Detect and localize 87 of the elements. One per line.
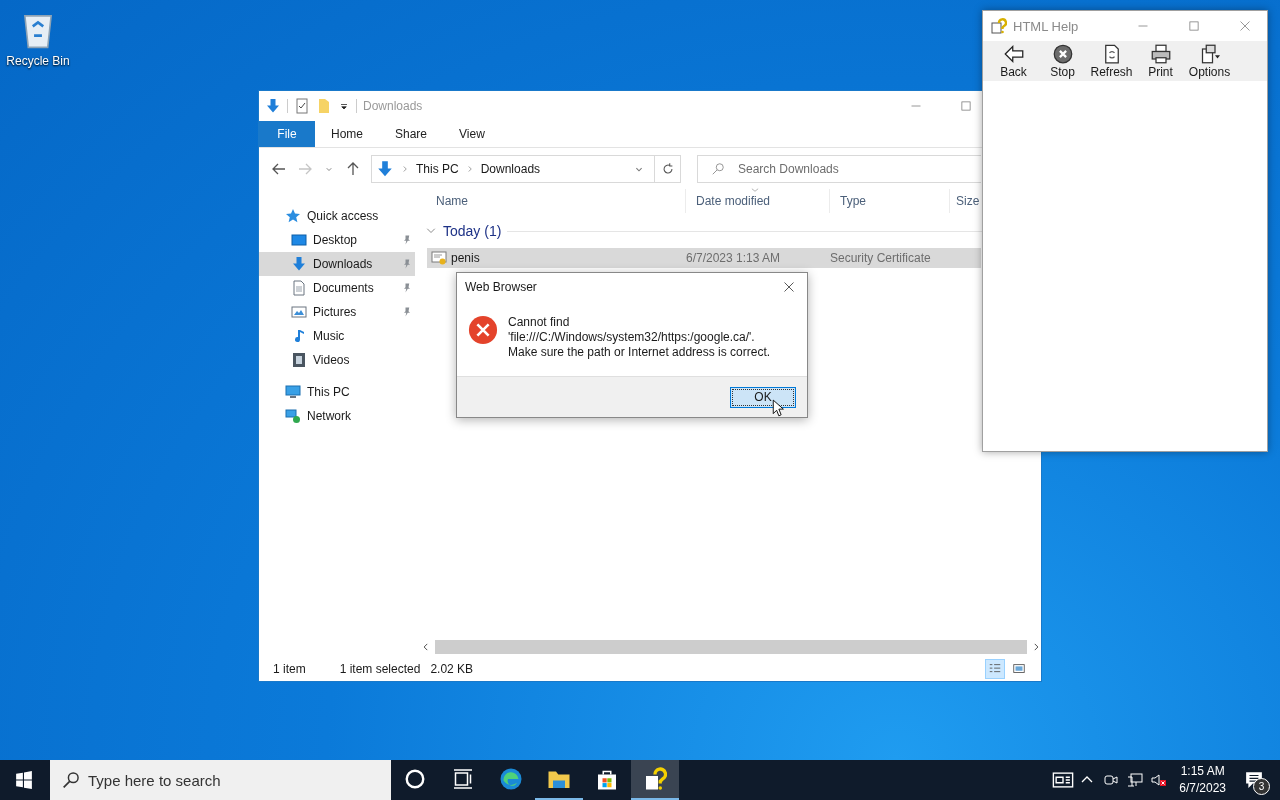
column-header[interactable]: Name [421,189,686,213]
download-arrow-icon [376,160,394,178]
ok-button[interactable]: OK [730,386,796,408]
scroll-left-icon[interactable] [421,642,431,652]
search-field[interactable]: Search Downloads [697,155,981,183]
desktop-icon [291,232,307,248]
search-icon [62,771,80,789]
picture-icon [291,304,307,320]
windows-logo-icon [15,771,33,789]
ribbon-tab[interactable]: Home [315,121,379,147]
swirl-icon [499,767,523,791]
sidebar-item[interactable]: Music [259,324,415,348]
sidebar-item[interactable]: Documents [259,276,415,300]
window-title: HTML Help [1013,18,1079,34]
column-header[interactable]: Date modified [686,189,830,213]
maximize-icon [1187,20,1200,32]
toolbar-button[interactable]: Print [1136,43,1185,79]
left-arrow-icon [1003,43,1024,64]
stop-icon [1052,43,1073,64]
camera-icon [1103,772,1120,788]
file-type: Security Certificate [830,251,931,265]
close-icon [783,281,795,293]
toolbar-button[interactable]: Back [989,43,1038,79]
close-icon [1238,20,1251,32]
network-icon [1127,772,1144,788]
address-bar[interactable]: This PC Downloads [371,155,655,183]
dialog-title: Web Browser [465,280,537,294]
details-view-button[interactable] [985,659,1005,679]
desktop-icon-label[interactable]: Recycle Bin [6,54,70,68]
scroll-right-icon[interactable] [1031,642,1041,652]
sort-caret-icon [750,185,760,195]
toolbar-button[interactable]: Options [1185,43,1234,79]
error-message: Cannot find 'file:///C:/Windows/system32/https:/google.ca/'. Make sure the path or Internet address is correct. [508,315,771,360]
refresh-button[interactable] [655,155,681,183]
maximize-icon [960,100,972,112]
ribbon-tab[interactable]: Share [379,121,444,147]
sidebar-item[interactable]: This PC [259,380,415,404]
star-icon [285,208,301,224]
download-arrow-icon[interactable] [265,98,281,114]
toolbar-button[interactable]: Stop [1038,43,1087,79]
item-count: 1 item [273,662,306,676]
selection-info: 1 item selected [339,662,421,676]
help-icon [643,767,667,791]
sidebar-item[interactable]: Network [259,404,415,428]
film-icon [291,352,307,368]
options-icon [1199,43,1220,64]
group-header[interactable]: Today (1) [443,223,502,239]
document-icon [291,280,307,296]
breadcrumb-item[interactable]: This PC [416,162,459,176]
refresh-icon [660,162,675,176]
sidebar-item[interactable]: Downloads [259,252,415,276]
error-icon [468,315,498,345]
ribbon-tab[interactable]: File [259,121,315,147]
circle-icon [403,767,427,791]
sidebar-item[interactable]: Quick access [259,204,415,228]
help-icon [991,18,1007,34]
certificate-icon [431,250,447,266]
network-icon [285,408,301,424]
clock[interactable]: 1:15 AM 6/7/2023 [1171,763,1234,797]
scrollbar-thumb[interactable] [435,640,1027,654]
task-view-icon [451,767,475,791]
printer-icon [1150,43,1171,64]
large-icons-view-icon [1012,662,1026,676]
file-name: penis [451,251,480,265]
download-arrow-icon [291,256,307,272]
newspaper-icon [1052,769,1075,791]
notification-button[interactable]: 3 [1234,760,1274,800]
monitor-icon [285,384,301,400]
taskbar-search-field[interactable]: Type here to search [50,760,391,800]
sidebar-item[interactable]: Pictures [259,300,415,324]
search-icon [711,162,725,176]
breadcrumb-item[interactable]: Downloads [480,162,541,176]
file-row[interactable]: penis 6/7/2023 1:13 AM Security Certificate [427,248,981,268]
toolbar-button[interactable]: Refresh [1087,43,1136,79]
file-date: 6/7/2023 1:13 AM [686,251,782,265]
ribbon-tab[interactable]: View [443,121,501,147]
back-arrow-icon[interactable] [271,161,287,177]
window-title: Downloads [363,99,423,113]
taskbar-app[interactable] [631,760,679,800]
column-header[interactable]: Type [830,189,950,213]
checklist-icon[interactable] [294,98,310,114]
sidebar-item[interactable]: Desktop [259,228,415,252]
column-header[interactable]: Size [950,189,980,213]
selection-size: 2.02 KB [430,662,474,676]
up-arrow-icon[interactable] [345,161,361,177]
speaker-muted-icon [1151,772,1168,788]
sidebar-item[interactable]: Videos [259,348,415,372]
